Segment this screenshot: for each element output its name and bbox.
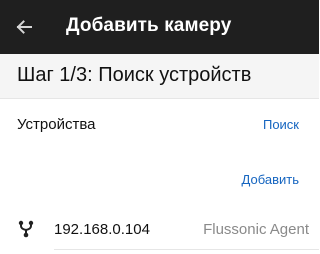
row-divider <box>54 249 319 250</box>
add-camera-screen: Добавить камеру Шаг 1/3: Поиск устройств… <box>0 0 319 254</box>
toolbar-title: Добавить камеру <box>66 15 232 36</box>
back-button[interactable] <box>0 0 52 54</box>
step-title: Шаг 1/3: Поиск устройств <box>17 64 252 86</box>
network-fork-icon <box>18 220 34 238</box>
app-toolbar: Добавить камеру <box>0 0 319 54</box>
device-ip: 192.168.0.104 <box>54 221 150 238</box>
step-header: Шаг 1/3: Поиск устройств <box>0 54 319 99</box>
devices-section-label: Устройства <box>17 116 96 133</box>
add-button[interactable]: Добавить <box>242 172 299 187</box>
search-button[interactable]: Поиск <box>263 117 299 132</box>
arrow-left-icon <box>16 20 32 34</box>
device-list-item[interactable]: 192.168.0.104 Flussonic Agent <box>0 208 319 254</box>
device-type: Flussonic Agent <box>203 221 309 238</box>
